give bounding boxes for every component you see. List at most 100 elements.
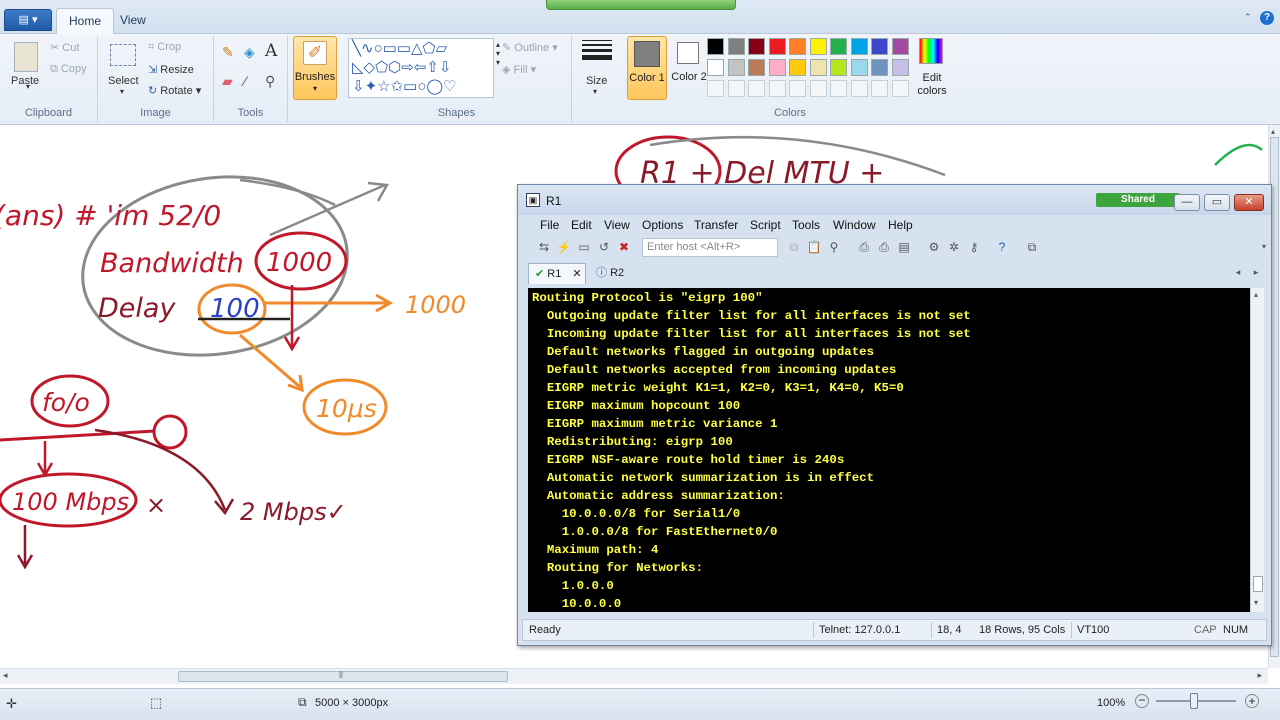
host-input[interactable]: Enter host <Alt+R> (642, 238, 778, 257)
session-options-icon[interactable]: ⚙ (926, 239, 942, 255)
menu-file[interactable]: File (540, 218, 559, 232)
close-button[interactable]: ✕ (1234, 194, 1264, 211)
color-swatch[interactable] (789, 59, 806, 76)
toolbar-overflow-icon[interactable]: ▾ (1256, 239, 1272, 255)
maximize-button[interactable]: ▭ (1204, 194, 1230, 211)
minimize-button[interactable]: — (1174, 194, 1200, 211)
zoom-out-icon[interactable]: − (1135, 694, 1149, 708)
crop-button[interactable]: ⌗ Crop (148, 41, 181, 54)
color-swatch[interactable] (830, 38, 847, 55)
empty-color-swatch[interactable] (768, 80, 786, 97)
crt-titlebar[interactable]: ▣ R1 Shared — ▭ ✕ (518, 185, 1271, 215)
text-tool-icon[interactable]: A (265, 41, 277, 61)
connect-tab-icon[interactable]: ▭ (576, 239, 592, 255)
help-icon[interactable]: ? (1260, 11, 1274, 25)
scroll-up-icon[interactable]: ▴ (1271, 127, 1275, 136)
disconnect-icon[interactable]: ✖ (616, 239, 632, 255)
quick-connect-icon[interactable]: ⚡ (556, 239, 572, 255)
color-swatch[interactable] (789, 38, 806, 55)
term-scroll-thumb[interactable] (1253, 576, 1263, 592)
scroll-left-icon[interactable]: ◂ (3, 670, 8, 681)
paste-dropdown-icon[interactable]: ▾ (26, 82, 30, 91)
rotate-button[interactable]: ↻ Rotate ▾ (148, 84, 201, 97)
terminal-output[interactable]: Routing Protocol is "eigrp 100" Outgoing… (528, 288, 1250, 612)
color-swatch[interactable] (768, 59, 786, 76)
menu-tools[interactable]: Tools (792, 218, 820, 232)
paint-menu-button[interactable]: ▤ ▾ (4, 9, 52, 31)
select-dropdown-icon[interactable]: ▾ (120, 87, 124, 96)
edit-colors-button[interactable]: Edit colors (914, 38, 950, 102)
color-swatch[interactable] (707, 59, 724, 76)
color-swatch[interactable] (748, 38, 765, 55)
empty-color-swatch[interactable] (789, 80, 806, 97)
tab-home[interactable]: Home (56, 8, 115, 34)
sftp-icon[interactable]: ⧉ (1024, 239, 1040, 255)
session-tab-r1[interactable]: ✔ R1 ✕ (528, 263, 586, 284)
shapes-gallery[interactable]: ╲∿○▭▭△⬠▱ ◺◇⬠⬡⇨⇦⇧⇩ ⇩✦☆✩▭○◯♡ (348, 38, 494, 98)
term-scroll-down-icon[interactable]: ▾ (1254, 598, 1258, 607)
star-shape-icon[interactable]: ⇩✦☆✩▭○◯♡ (352, 78, 457, 96)
color-swatch[interactable] (871, 59, 888, 76)
paste-icon[interactable]: 📋 (806, 239, 822, 255)
color-swatch[interactable] (871, 38, 888, 55)
color-swatch[interactable] (809, 59, 827, 76)
connect-icon[interactable]: ⇆ (536, 239, 552, 255)
print-setup-icon[interactable]: ▤ (896, 239, 912, 255)
reconnect-icon[interactable]: ↺ (596, 239, 612, 255)
scroll-right-icon[interactable]: ▸ (1257, 670, 1262, 681)
print-selection-icon[interactable]: ⎙ (876, 239, 892, 255)
color-swatch[interactable] (891, 38, 909, 55)
zoom-in-icon[interactable]: + (1245, 694, 1259, 708)
terminal-scrollbar[interactable]: ▴ ▾ (1250, 288, 1264, 612)
canvas-horizontal-scrollbar[interactable]: ◂ ⦀ ▸ (0, 668, 1268, 684)
menu-view[interactable]: View (604, 218, 630, 232)
eraser-icon[interactable]: ▰ (222, 73, 233, 90)
color-swatch[interactable] (891, 59, 909, 76)
menu-window[interactable]: Window (833, 218, 876, 232)
empty-color-swatch[interactable] (727, 80, 745, 97)
menu-edit[interactable]: Edit (571, 218, 592, 232)
global-options-icon[interactable]: ✲ (946, 239, 962, 255)
tab-view[interactable]: View (108, 8, 158, 34)
empty-color-swatch[interactable] (748, 80, 765, 97)
brushes-button[interactable]: ✐ Brushes ▾ (293, 36, 337, 100)
session-tab-r2[interactable]: ⓘ R2 (590, 263, 640, 284)
color-swatch[interactable] (830, 59, 847, 76)
securecrt-window[interactable]: ▣ R1 Shared — ▭ ✕ File Edit View Options… (517, 184, 1272, 646)
keymap-icon[interactable]: ⚷ (966, 239, 982, 255)
size-icon[interactable] (582, 40, 612, 60)
fill-bucket-icon[interactable]: ◈ (244, 44, 255, 61)
ribbon-minimize-icon[interactable]: ⌃ (1244, 12, 1254, 22)
color-swatch[interactable] (707, 38, 724, 55)
empty-color-swatch[interactable] (850, 80, 868, 97)
color1-button[interactable]: Color 1 (627, 36, 667, 100)
line-shape-icon[interactable]: ╲∿○▭▭△⬠▱ (352, 40, 447, 58)
copy-button[interactable]: ⧉ Copy (50, 63, 87, 76)
empty-color-swatch[interactable] (891, 80, 909, 97)
hscroll-thumb[interactable]: ⦀ (178, 670, 508, 682)
color-swatch[interactable] (748, 59, 765, 76)
empty-color-swatch[interactable] (830, 80, 847, 97)
cut-button[interactable]: ✂ Cut (50, 41, 79, 54)
menu-script[interactable]: Script (750, 218, 781, 232)
menu-help[interactable]: Help (888, 218, 913, 232)
resize-button[interactable]: ⇲ Resize (148, 63, 194, 76)
magnifier-icon[interactable]: ⚲ (265, 73, 275, 90)
color-swatch[interactable] (727, 38, 745, 55)
color-swatch[interactable] (850, 59, 868, 76)
color-swatch[interactable] (809, 38, 827, 55)
color-swatch[interactable] (768, 38, 786, 55)
tabs-left-icon[interactable]: ◂ (1230, 264, 1246, 280)
tabs-right-icon[interactable]: ▸ (1248, 264, 1264, 280)
help-icon[interactable]: ? (994, 239, 1010, 255)
fill-button[interactable]: ◈ Fill ▾ (502, 63, 536, 76)
menu-options[interactable]: Options (642, 218, 683, 232)
color-swatch[interactable] (850, 38, 868, 55)
menu-transfer[interactable]: Transfer (694, 218, 738, 232)
empty-color-swatch[interactable] (707, 80, 724, 97)
color2-button[interactable]: Color 2 (671, 36, 707, 100)
copy-icon[interactable]: ⧉ (786, 239, 802, 255)
empty-color-swatch[interactable] (871, 80, 888, 97)
tab-close-icon[interactable]: ✕ (572, 268, 581, 280)
shapes-scroll-icon[interactable]: ▴ ▾ ▾ (496, 40, 500, 67)
